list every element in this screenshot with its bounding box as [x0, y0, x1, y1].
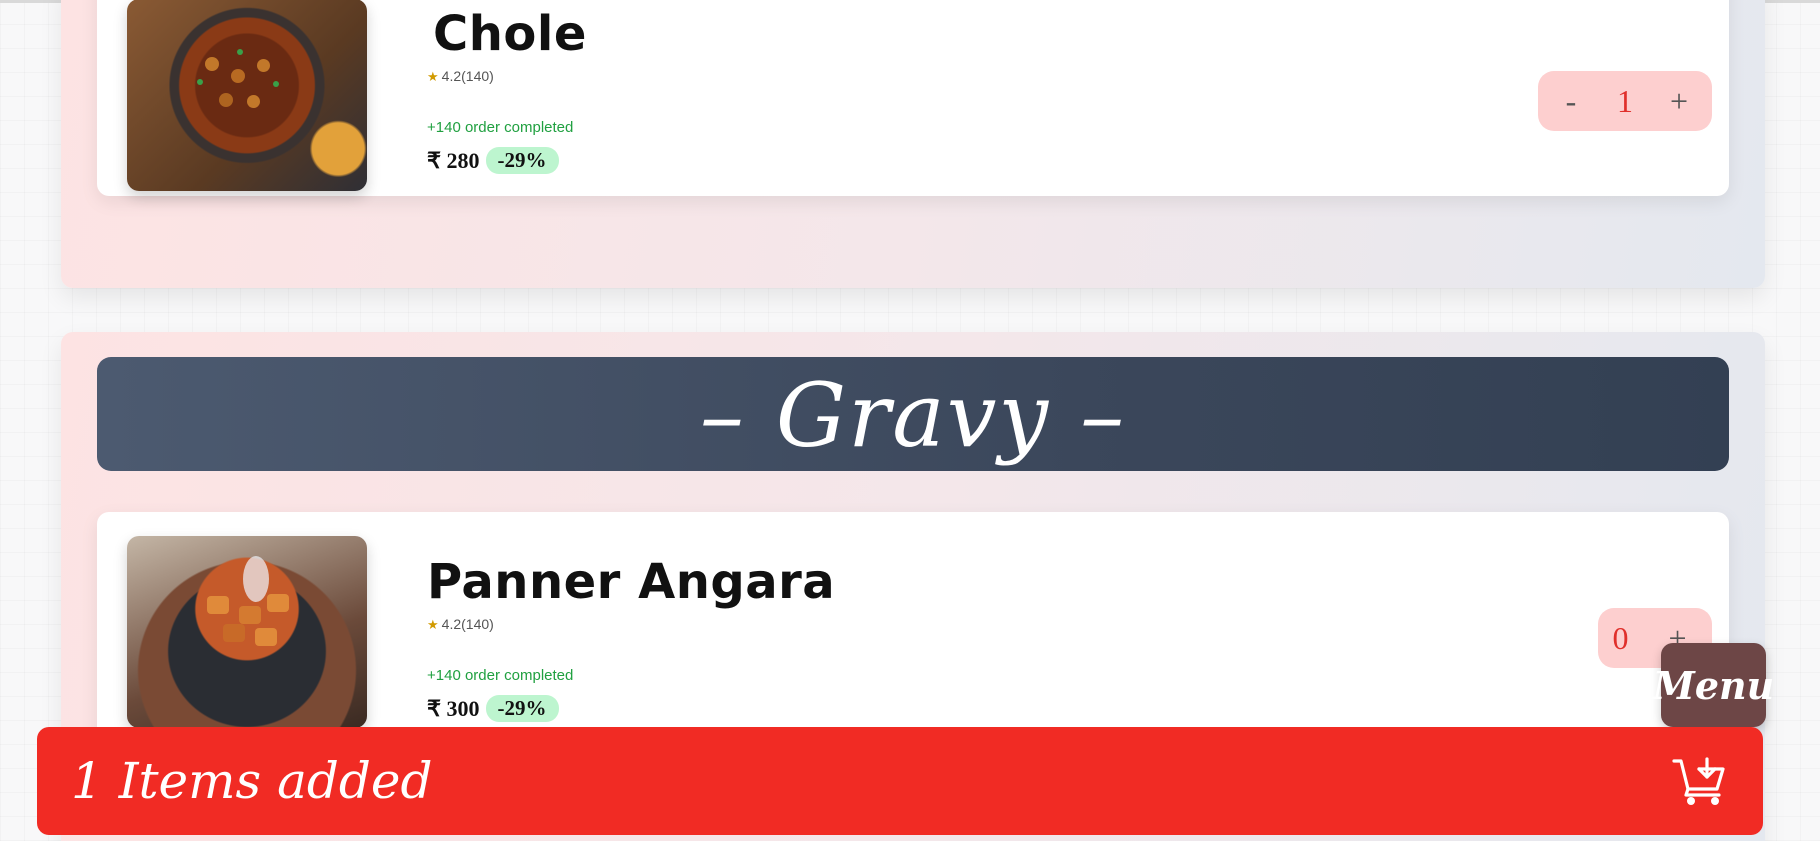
rating-value: 4.2(140): [441, 616, 494, 632]
menu-item-card: Chole ★ 4.2(140) +140 order completed ₹ 2…: [97, 0, 1729, 196]
price-row: ₹ 280 -29%: [427, 147, 559, 174]
menu-button[interactable]: Menu: [1653, 643, 1774, 727]
star-icon: ★: [427, 617, 439, 632]
item-rating: ★ 4.2(140): [427, 68, 494, 85]
add-shopping-cart-icon[interactable]: [1671, 755, 1727, 807]
menu-button-label: Menu: [1652, 662, 1775, 708]
discount-badge: -29%: [485, 695, 559, 722]
orders-completed: +140 order completed: [427, 667, 574, 684]
price-row: ₹ 300 -29%: [427, 695, 559, 722]
orders-completed: +140 order completed: [427, 119, 574, 136]
cart-bar[interactable]: 1 Items added: [37, 727, 1763, 835]
item-name: Chole: [433, 6, 587, 62]
category-title: – Gravy –: [699, 364, 1127, 467]
increment-button[interactable]: +: [1659, 83, 1699, 120]
item-rating: ★ 4.2(140): [427, 616, 494, 633]
item-price: ₹ 300: [427, 695, 480, 721]
category-header: – Gravy –: [97, 357, 1729, 471]
decrement-button[interactable]: -: [1551, 83, 1591, 120]
quantity-value: 0: [1612, 619, 1629, 656]
item-name: Panner Angara: [427, 554, 836, 610]
quantity-value: 1: [1617, 82, 1633, 119]
menu-item-card: Panner Angara ★ 4.2(140) +140 order compl…: [97, 512, 1729, 748]
item-price: ₹ 280: [427, 147, 480, 173]
menu-section: Chole ★ 4.2(140) +140 order completed ₹ 2…: [61, 0, 1765, 288]
star-icon: ★: [427, 69, 439, 84]
item-image: [127, 0, 367, 191]
item-image: [127, 536, 367, 728]
rating-value: 4.2(140): [441, 68, 494, 84]
cart-items-label: 1 Items added: [71, 752, 433, 810]
quantity-stepper: - 1 +: [1538, 71, 1712, 131]
discount-badge: -29%: [485, 147, 559, 174]
